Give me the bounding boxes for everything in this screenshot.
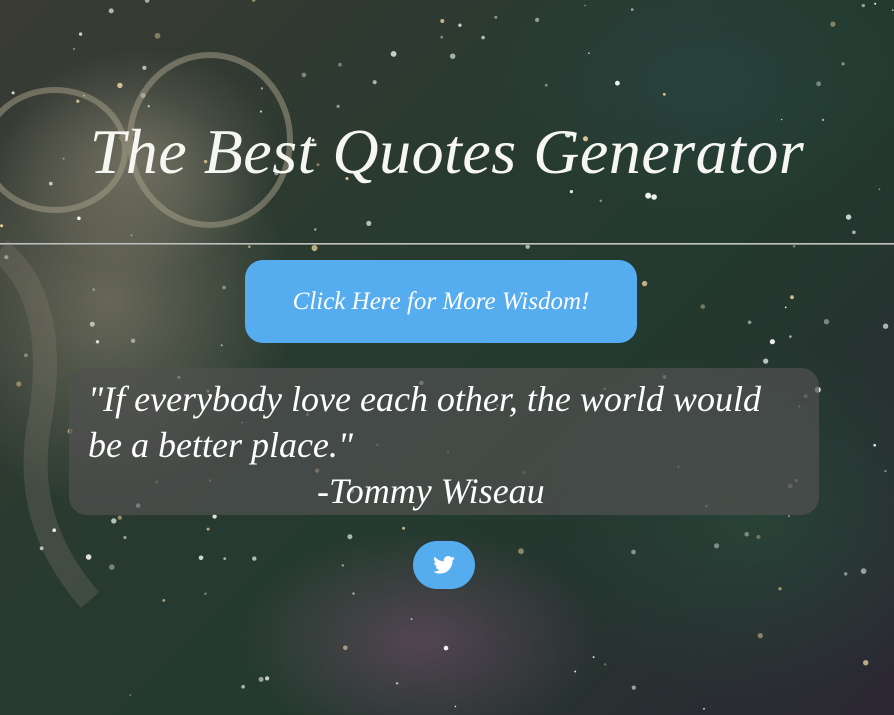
new-quote-button[interactable]: Click Here for More Wisdom! xyxy=(245,260,637,343)
title-divider xyxy=(0,243,894,245)
twitter-bird-icon xyxy=(433,556,455,574)
quote-author: -Tommy Wiseau xyxy=(317,471,545,511)
background-face-image xyxy=(0,52,293,608)
background-starfield xyxy=(0,0,894,710)
tweet-button[interactable] xyxy=(413,541,475,589)
quote-text: "If everybody love each other, the world… xyxy=(88,379,761,465)
page-title: The Best Quotes Generator xyxy=(89,116,805,187)
quote-card: "If everybody love each other, the world… xyxy=(69,368,819,515)
